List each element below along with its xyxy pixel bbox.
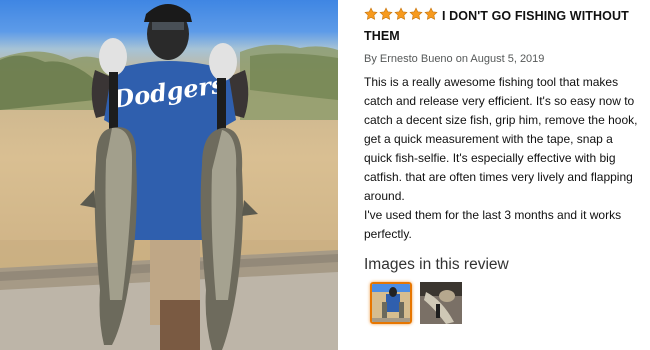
review-image-thumbnails — [364, 282, 644, 328]
star-icon — [379, 7, 393, 21]
images-section-heading: Images in this review — [364, 256, 509, 273]
review-body: This is a really awesome fishing tool th… — [364, 73, 644, 244]
review-paragraph: This is a really awesome fishing tool th… — [364, 75, 638, 203]
thumb-2-image — [420, 282, 462, 324]
star-icon — [364, 7, 378, 21]
review-title-row: I DON'T GO FISHING WITHOUT THEM — [364, 6, 644, 46]
star-icon — [409, 7, 423, 21]
review-byline: By Ernesto Bueno on August 5, 2019 — [364, 53, 545, 65]
review-image-thumb-2[interactable] — [420, 282, 462, 324]
star-icon — [394, 7, 408, 21]
review-paragraph: I've used them for the last 3 months and… — [364, 208, 622, 241]
review-image-thumb-1[interactable] — [370, 282, 412, 324]
star-rating — [364, 6, 439, 25]
thumb-1-image — [372, 284, 410, 322]
photo-scene: Dodgers — [0, 4, 338, 350]
review-panel: I DON'T GO FISHING WITHOUT THEM By Ernes… — [364, 6, 644, 328]
review-main-photo: Dodgers — [0, 0, 338, 350]
star-icon — [424, 7, 438, 21]
